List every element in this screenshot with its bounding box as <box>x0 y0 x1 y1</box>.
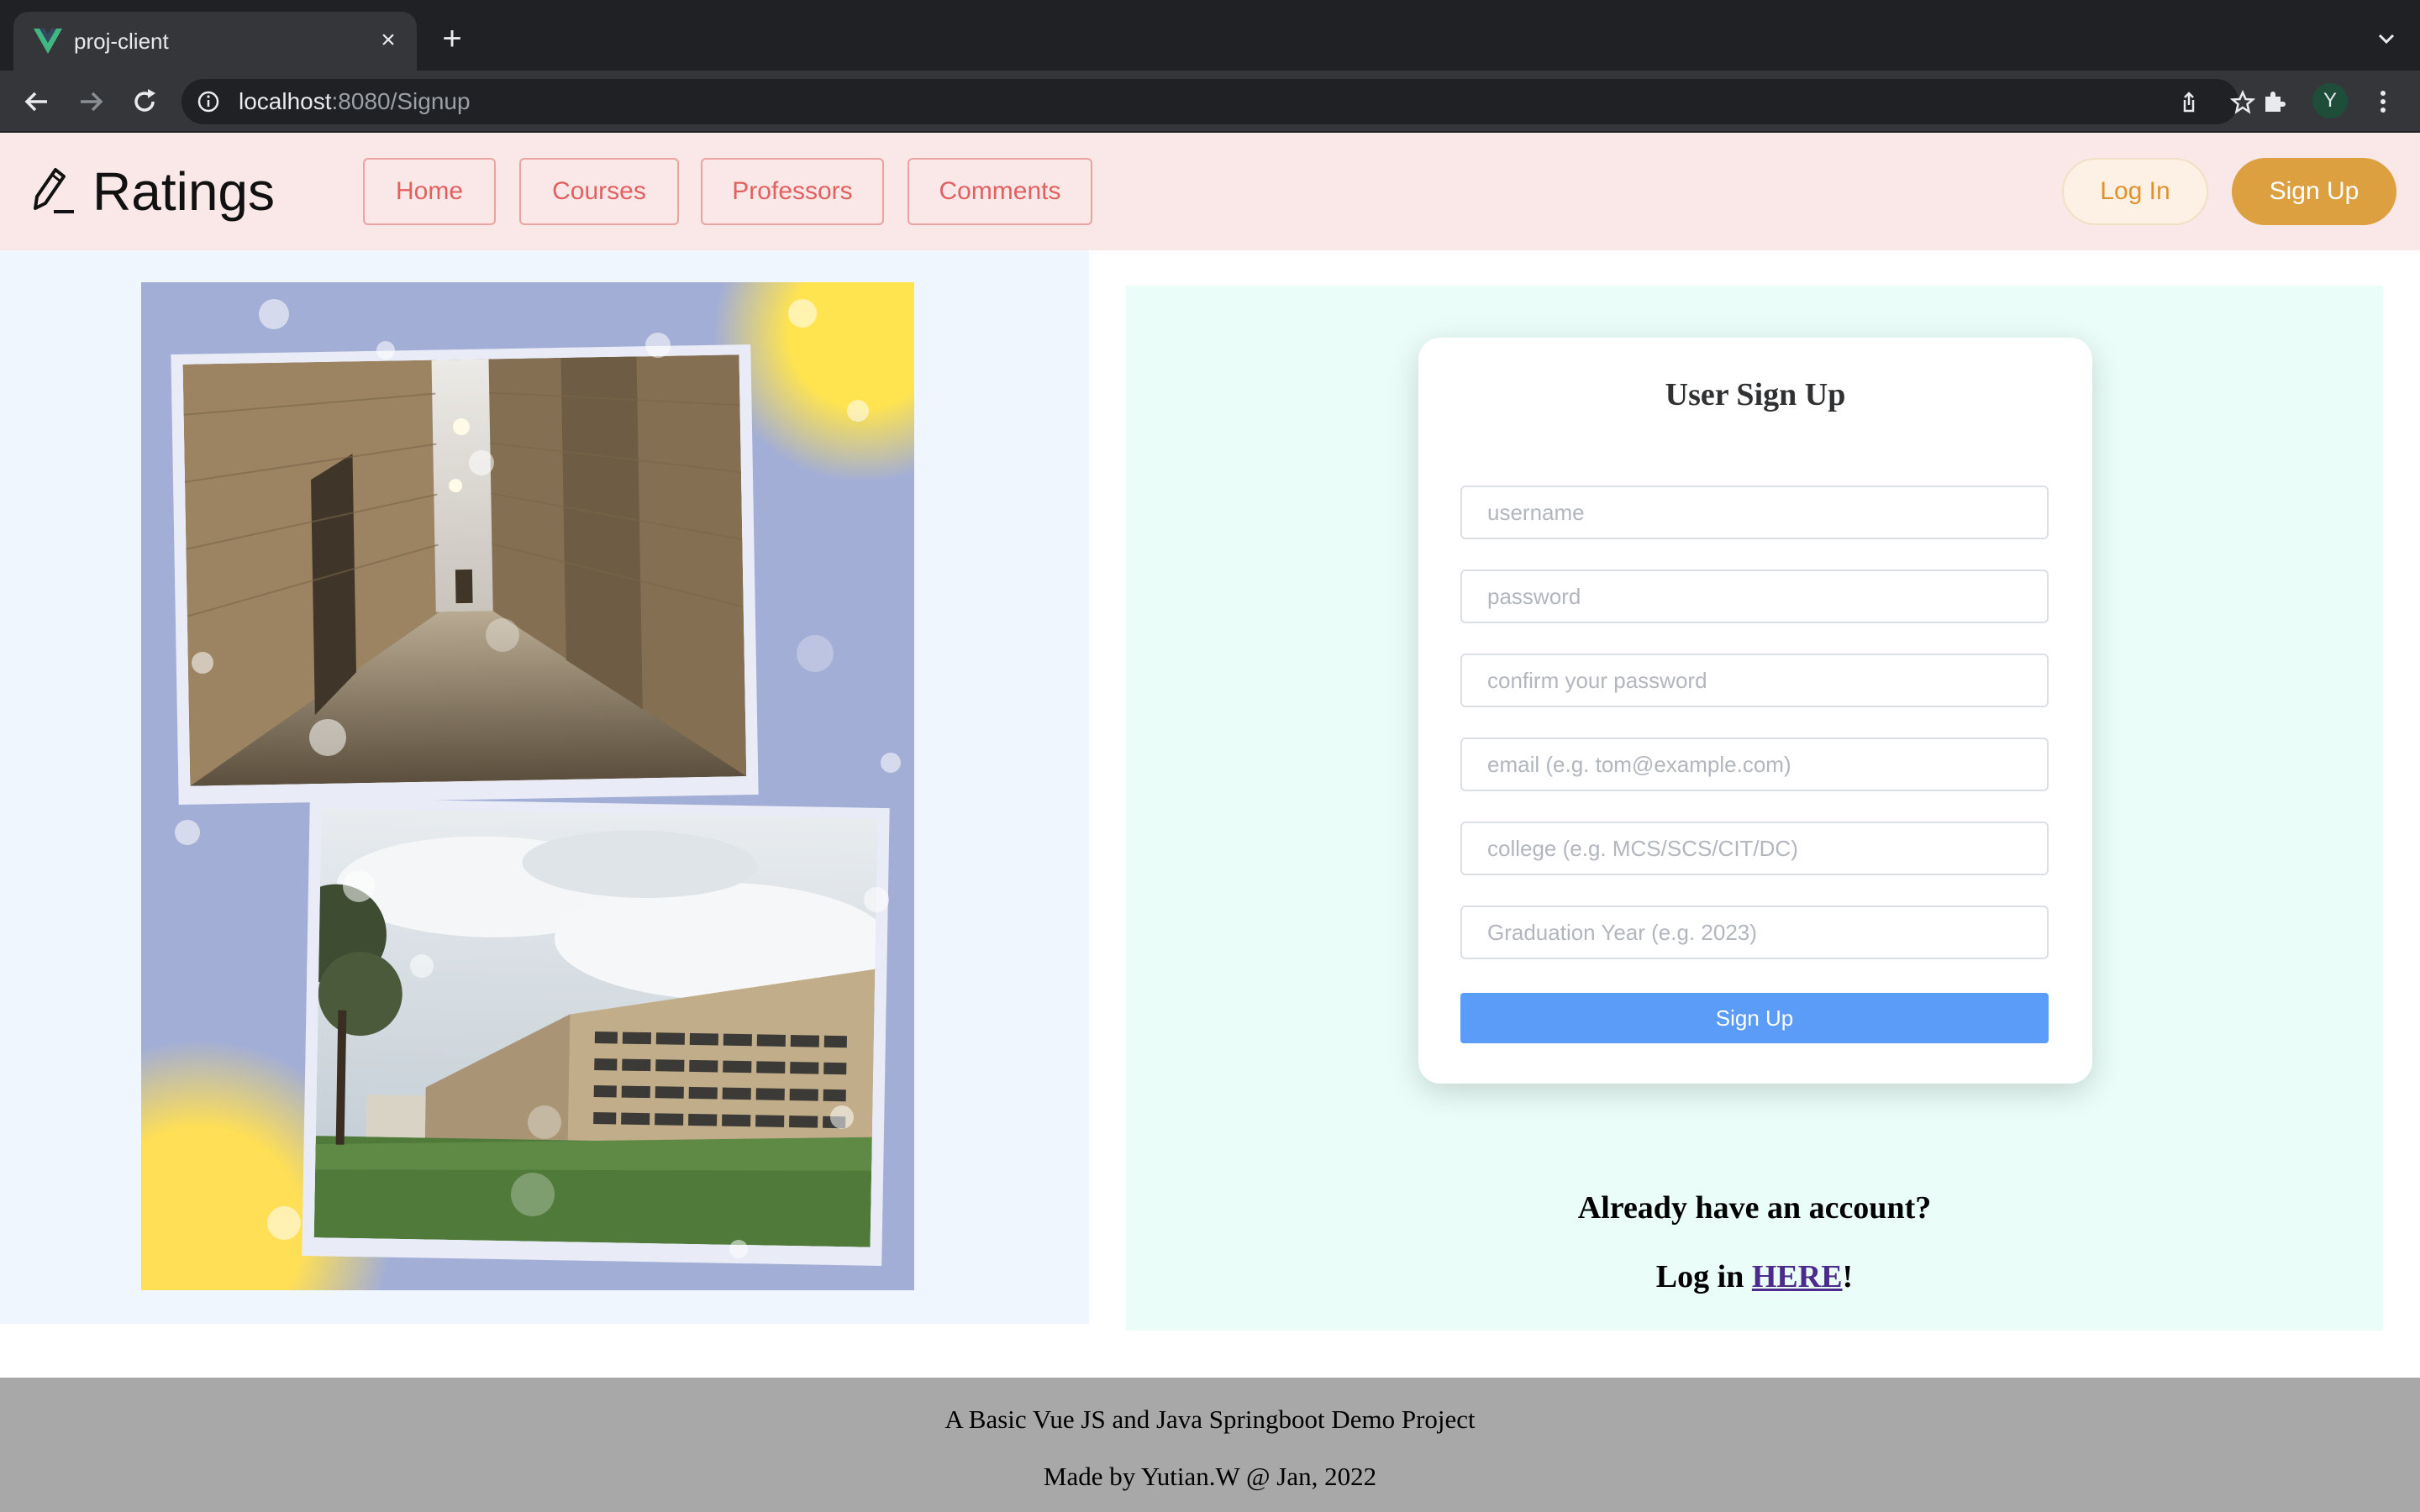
avatar[interactable]: Y <box>2312 83 2348 118</box>
share-icon[interactable] <box>2176 90 2202 115</box>
tab-title: proj-client <box>74 29 169 54</box>
submit-signup-button[interactable]: Sign Up <box>1460 993 2049 1043</box>
more-icon[interactable] <box>2368 87 2398 117</box>
signup-button[interactable]: Sign Up <box>2232 158 2396 225</box>
login-prompt: Log in HERE! <box>1126 1258 2383 1295</box>
footer-description: A Basic Vue JS and Java Springboot Demo … <box>944 1404 1476 1434</box>
password-field[interactable] <box>1460 570 2049 623</box>
url-path: :8080/Signup <box>331 88 471 114</box>
browser-tab[interactable]: proj-client × <box>13 12 417 71</box>
form-title: User Sign Up <box>1665 377 1846 412</box>
chevron-down-icon[interactable] <box>2375 27 2398 50</box>
login-prefix: Log in <box>1655 1259 1752 1294</box>
plus-icon[interactable]: + <box>437 22 467 55</box>
info-icon[interactable] <box>197 90 220 113</box>
building-photo <box>302 798 890 1266</box>
left-panel <box>0 250 1089 1324</box>
campus-photo-collage <box>141 282 914 1290</box>
email-field[interactable] <box>1460 738 2049 791</box>
graduation-year-field[interactable] <box>1460 906 2049 959</box>
login-button[interactable]: Log In <box>2062 158 2208 225</box>
right-panel: User Sign Up Sign Up Already have an acc… <box>1126 286 2383 1331</box>
confirm-password-field[interactable] <box>1460 654 2049 707</box>
close-icon[interactable]: × <box>375 27 402 54</box>
login-suffix: ! <box>1842 1259 1854 1294</box>
username-field[interactable] <box>1460 486 2049 539</box>
reload-icon[interactable] <box>128 85 161 118</box>
star-icon[interactable] <box>2230 90 2255 115</box>
url-text: localhost:8080/Signup <box>239 89 471 114</box>
nav-courses[interactable]: Courses <box>519 158 679 225</box>
hallway-photo <box>171 344 759 805</box>
back-icon[interactable] <box>20 85 54 118</box>
nav-comments[interactable]: Comments <box>908 158 1092 225</box>
footer-credits: Made by Yutian.W @ Jan, 2022 <box>1043 1462 1377 1491</box>
url-host: localhost <box>239 88 332 114</box>
browser-toolbar: localhost:8080/Signup Y <box>0 71 2420 133</box>
extensions-icon[interactable] <box>2259 87 2289 117</box>
pencil-icon <box>34 168 74 213</box>
browser-tabstrip: proj-client × + <box>0 0 2420 71</box>
site-header: Ratings Home Courses Professors Comments… <box>0 133 2420 250</box>
nav-professors[interactable]: Professors <box>701 158 884 225</box>
vue-favicon-icon <box>34 29 62 54</box>
signup-card: User Sign Up Sign Up <box>1418 338 2092 1084</box>
already-account-text: Already have an account? <box>1577 1190 1932 1226</box>
address-bar[interactable]: localhost:8080/Signup <box>182 79 2255 124</box>
forward-icon[interactable] <box>74 85 108 118</box>
login-here-link[interactable]: HERE <box>1752 1259 1843 1294</box>
college-field[interactable] <box>1460 822 2049 875</box>
footer: A Basic Vue JS and Java Springboot Demo … <box>0 1378 2420 1512</box>
nav-home[interactable]: Home <box>363 158 496 225</box>
brand-title[interactable]: Ratings <box>92 160 275 223</box>
